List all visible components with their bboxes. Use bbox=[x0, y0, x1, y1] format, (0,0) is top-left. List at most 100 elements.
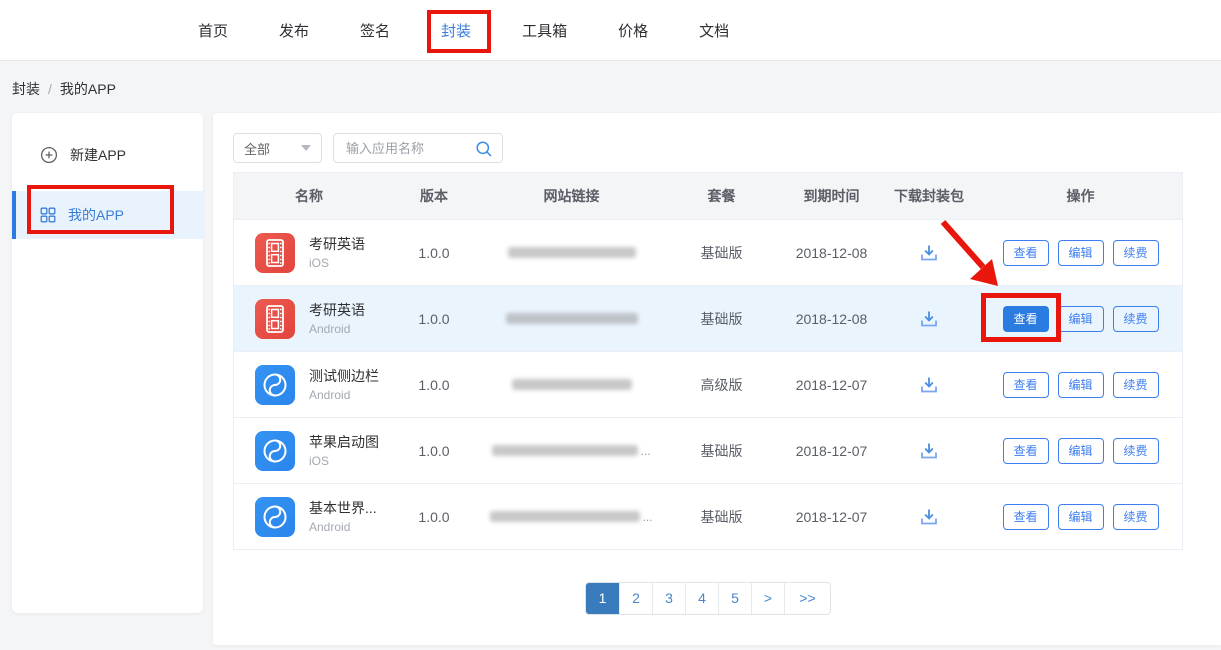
nav-item-docs[interactable]: 文档 bbox=[699, 20, 729, 41]
table-row: 基本世界... Android 1.0.0 ... 基础版 2018-12-07… bbox=[234, 484, 1182, 550]
grid-icon bbox=[40, 207, 56, 223]
sidebar-item-new-app[interactable]: 新建APP bbox=[12, 131, 203, 179]
table-row: 苹果启动图 iOS 1.0.0 ... 基础版 2018-12-07 查看 编辑… bbox=[234, 418, 1182, 484]
sidebar-my-app-label: 我的APP bbox=[68, 205, 124, 225]
nav-item-package[interactable]: 封装 bbox=[441, 20, 471, 41]
app-expiry: 2018-12-08 bbox=[784, 311, 879, 327]
view-button[interactable]: 查看 bbox=[1003, 372, 1049, 398]
chevron-down-icon bbox=[301, 145, 311, 151]
nav-item-publish[interactable]: 发布 bbox=[279, 20, 309, 41]
s-app-icon bbox=[255, 431, 295, 471]
renew-button[interactable]: 续费 bbox=[1113, 372, 1159, 398]
breadcrumb-section[interactable]: 封装 bbox=[12, 79, 40, 99]
edit-button[interactable]: 编辑 bbox=[1058, 240, 1104, 266]
app-expiry: 2018-12-07 bbox=[784, 443, 879, 459]
last-page-button[interactable]: >> bbox=[784, 583, 830, 614]
table-row: 测试侧边栏 Android 1.0.0 高级版 2018-12-07 查看 编辑… bbox=[234, 352, 1182, 418]
category-select-value: 全部 bbox=[244, 139, 270, 158]
renew-button[interactable]: 续费 bbox=[1113, 504, 1159, 530]
edit-button[interactable]: 编辑 bbox=[1058, 372, 1104, 398]
film-app-icon bbox=[255, 299, 295, 339]
breadcrumb-separator: / bbox=[48, 81, 52, 97]
app-platform: iOS bbox=[309, 454, 329, 468]
col-header-plan: 套餐 bbox=[659, 186, 784, 206]
app-expiry: 2018-12-08 bbox=[784, 245, 879, 261]
view-button[interactable]: 查看 bbox=[1003, 306, 1049, 332]
apps-table: 名称 版本 网站链接 套餐 到期时间 下载封装包 操作 bbox=[233, 172, 1183, 550]
download-package-icon[interactable] bbox=[918, 243, 940, 263]
link-ellipsis: ... bbox=[640, 444, 650, 458]
table-row: 考研英语 iOS 1.0.0 基础版 2018-12-08 查看 编辑 续费 bbox=[234, 220, 1182, 286]
main-panel: 全部 名称 版本 网站链接 套餐 到期时间 下载封装包 操作 bbox=[213, 113, 1221, 645]
renew-button[interactable]: 续费 bbox=[1113, 306, 1159, 332]
app-plan: 基础版 bbox=[659, 441, 784, 461]
filter-bar: 全部 bbox=[233, 133, 503, 163]
breadcrumb: 封装 / 我的APP bbox=[12, 79, 116, 99]
top-navbar: 首页 发布 签名 封装 工具箱 价格 文档 bbox=[0, 0, 1221, 61]
breadcrumb-page: 我的APP bbox=[60, 79, 116, 99]
app-plan: 基础版 bbox=[659, 507, 784, 527]
col-header-expiry: 到期时间 bbox=[784, 186, 879, 206]
renew-button[interactable]: 续费 bbox=[1113, 438, 1159, 464]
view-button[interactable]: 查看 bbox=[1003, 438, 1049, 464]
sidebar-new-app-label: 新建APP bbox=[70, 145, 126, 165]
page-button-2[interactable]: 2 bbox=[619, 583, 652, 614]
nav-item-toolbox[interactable]: 工具箱 bbox=[522, 20, 567, 41]
plus-circle-icon bbox=[40, 146, 58, 164]
download-package-icon[interactable] bbox=[918, 309, 940, 329]
app-name: 考研英语 bbox=[309, 302, 365, 319]
link-ellipsis: ... bbox=[642, 510, 652, 524]
page-button-5[interactable]: 5 bbox=[718, 583, 751, 614]
pagination: 1 2 3 4 5 > >> bbox=[233, 582, 1183, 615]
app-name: 苹果启动图 bbox=[309, 434, 379, 451]
app-screen: 首页 发布 签名 封装 工具箱 价格 文档 封装 / 我的APP 新建APP bbox=[0, 0, 1221, 650]
category-select[interactable]: 全部 bbox=[233, 133, 322, 163]
col-header-download: 下载封装包 bbox=[879, 186, 979, 206]
page-button-4[interactable]: 4 bbox=[685, 583, 718, 614]
active-indicator-bar bbox=[12, 191, 16, 239]
nav-item-home[interactable]: 首页 bbox=[198, 20, 228, 41]
app-version: 1.0.0 bbox=[384, 509, 484, 525]
masked-website-link bbox=[492, 445, 638, 456]
edit-button[interactable]: 编辑 bbox=[1058, 504, 1104, 530]
app-version: 1.0.0 bbox=[384, 311, 484, 327]
app-version: 1.0.0 bbox=[384, 245, 484, 261]
main-nav: 首页 发布 签名 封装 工具箱 价格 文档 bbox=[198, 0, 729, 61]
col-header-version: 版本 bbox=[384, 186, 484, 206]
download-package-icon[interactable] bbox=[918, 375, 940, 395]
next-page-button[interactable]: > bbox=[751, 583, 784, 614]
app-platform: Android bbox=[309, 322, 350, 336]
app-plan: 基础版 bbox=[659, 243, 784, 263]
page-button-3[interactable]: 3 bbox=[652, 583, 685, 614]
nav-item-price[interactable]: 价格 bbox=[618, 20, 648, 41]
masked-website-link bbox=[490, 511, 640, 522]
app-name: 考研英语 bbox=[309, 236, 365, 253]
download-package-icon[interactable] bbox=[918, 507, 940, 527]
renew-button[interactable]: 续费 bbox=[1113, 240, 1159, 266]
col-header-actions: 操作 bbox=[979, 186, 1182, 206]
table-row-highlighted: 考研英语 Android 1.0.0 基础版 2018-12-08 查看 编辑 … bbox=[234, 286, 1182, 352]
search-input[interactable] bbox=[334, 134, 466, 162]
edit-button[interactable]: 编辑 bbox=[1058, 306, 1104, 332]
masked-website-link bbox=[512, 379, 632, 390]
app-expiry: 2018-12-07 bbox=[784, 509, 879, 525]
app-name: 基本世界... bbox=[309, 500, 377, 517]
view-button[interactable]: 查看 bbox=[1003, 240, 1049, 266]
col-header-link: 网站链接 bbox=[484, 186, 659, 206]
table-header: 名称 版本 网站链接 套餐 到期时间 下载封装包 操作 bbox=[234, 173, 1182, 220]
col-header-name: 名称 bbox=[234, 186, 384, 206]
app-version: 1.0.0 bbox=[384, 443, 484, 459]
search-icon[interactable] bbox=[475, 140, 493, 158]
search-box bbox=[333, 133, 503, 163]
edit-button[interactable]: 编辑 bbox=[1058, 438, 1104, 464]
app-plan: 高级版 bbox=[659, 375, 784, 395]
nav-item-sign[interactable]: 签名 bbox=[360, 20, 390, 41]
masked-website-link bbox=[506, 313, 638, 324]
app-platform: Android bbox=[309, 388, 350, 402]
masked-website-link bbox=[508, 247, 636, 258]
view-button[interactable]: 查看 bbox=[1003, 504, 1049, 530]
download-package-icon[interactable] bbox=[918, 441, 940, 461]
sidebar-item-my-app[interactable]: 我的APP bbox=[12, 191, 203, 239]
sidebar: 新建APP 我的APP bbox=[12, 113, 203, 613]
page-button-1[interactable]: 1 bbox=[586, 583, 619, 614]
